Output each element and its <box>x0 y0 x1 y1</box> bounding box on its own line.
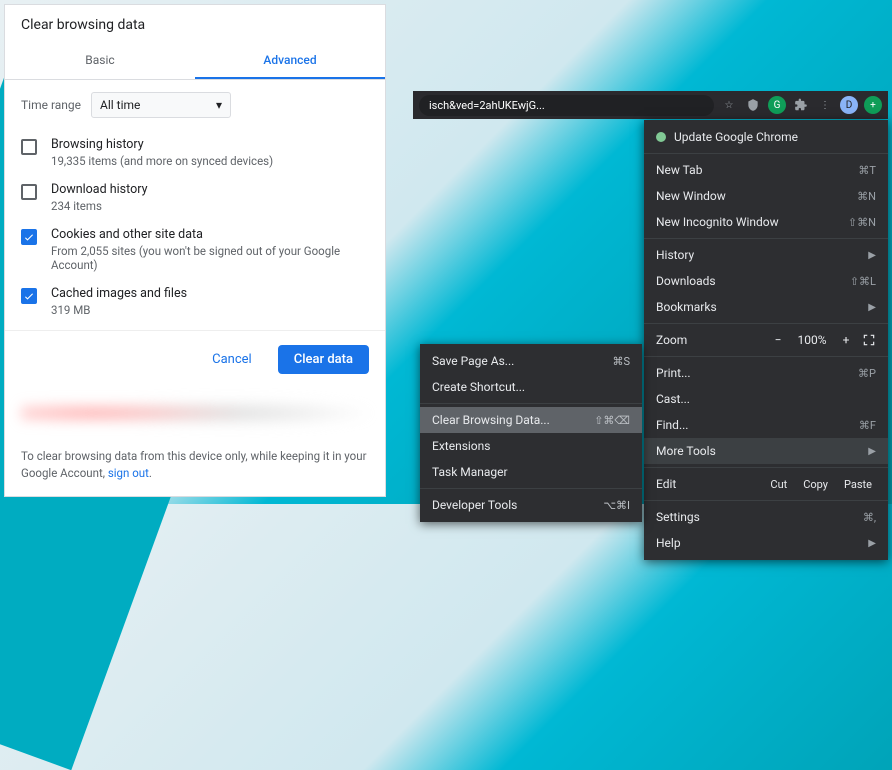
options-list: Browsing history 19,335 items (and more … <box>5 130 385 330</box>
menu-cast[interactable]: Cast... <box>644 386 888 412</box>
zoom-value: 100% <box>794 333 830 347</box>
option-cached: Cached images and files 319 MB <box>21 279 369 324</box>
option-label: Download history <box>51 182 147 197</box>
chevron-right-icon: ▶ <box>868 302 876 313</box>
submenu-clear-browsing-data[interactable]: Clear Browsing Data... ⇧⌘⌫ <box>420 407 642 433</box>
option-cookies: Cookies and other site data From 2,055 s… <box>21 220 369 279</box>
zoom-out-button[interactable]: − <box>770 333 786 347</box>
check-icon <box>23 290 35 302</box>
menu-new-window[interactable]: New Window ⌘N <box>644 183 888 209</box>
dialog-title: Clear browsing data <box>5 5 385 43</box>
menu-history[interactable]: History ▶ <box>644 242 888 268</box>
fullscreen-icon[interactable] <box>862 333 876 347</box>
option-sub: 319 MB <box>51 303 187 317</box>
zoom-in-button[interactable]: + <box>838 333 854 347</box>
menu-new-incognito[interactable]: New Incognito Window ⇧⌘N <box>644 209 888 235</box>
shield-icon[interactable] <box>744 96 762 114</box>
menu-downloads[interactable]: Downloads ⇧⌘L <box>644 268 888 294</box>
menu-new-tab[interactable]: New Tab ⌘T <box>644 157 888 183</box>
checkbox[interactable] <box>21 288 37 304</box>
submenu-create-shortcut[interactable]: Create Shortcut... <box>420 374 642 400</box>
chevron-right-icon: ▶ <box>868 538 876 549</box>
chevron-right-icon: ▶ <box>868 250 876 261</box>
clear-browsing-data-dialog: Clear browsing data Basic Advanced Time … <box>4 4 386 497</box>
extensions-icon[interactable] <box>792 96 810 114</box>
menu-more-tools[interactable]: More Tools ▶ <box>644 438 888 464</box>
menu-find[interactable]: Find... ⌘F <box>644 412 888 438</box>
time-range-select[interactable]: All time ▾ <box>91 92 231 118</box>
star-icon[interactable]: ☆ <box>720 96 738 114</box>
menu-settings[interactable]: Settings ⌘, <box>644 504 888 530</box>
time-range-label: Time range <box>21 98 81 112</box>
chevron-right-icon: ▶ <box>868 446 876 457</box>
menu-update-chrome[interactable]: Update Google Chrome <box>644 124 888 150</box>
sign-out-link[interactable]: sign out <box>108 466 149 480</box>
submenu-save-page[interactable]: Save Page As... ⌘S <box>420 348 642 374</box>
submenu-extensions[interactable]: Extensions <box>420 433 642 459</box>
blurred-account-area <box>21 394 369 431</box>
update-dot-icon <box>656 132 666 142</box>
chrome-main-menu: Update Google Chrome New Tab ⌘T New Wind… <box>644 120 888 560</box>
menu-dots-icon[interactable]: ⋮ <box>816 96 834 114</box>
option-label: Browsing history <box>51 137 273 152</box>
cancel-button[interactable]: Cancel <box>196 345 268 374</box>
edit-paste-button[interactable]: Paste <box>840 478 876 491</box>
clear-data-button[interactable]: Clear data <box>278 345 369 374</box>
checkbox[interactable] <box>21 229 37 245</box>
more-tools-submenu: Save Page As... ⌘S Create Shortcut... Cl… <box>420 344 642 522</box>
menu-zoom: Zoom − 100% + <box>644 327 888 353</box>
edit-cut-button[interactable]: Cut <box>766 478 791 491</box>
browser-toolbar: isch&ved=2ahUKEwjG... ☆ G ⋮ D + <box>413 91 888 119</box>
extension-g-icon[interactable]: G <box>768 96 786 114</box>
tab-basic[interactable]: Basic <box>5 43 195 79</box>
menu-help[interactable]: Help ▶ <box>644 530 888 556</box>
menu-bookmarks[interactable]: Bookmarks ▶ <box>644 294 888 320</box>
menu-print[interactable]: Print... ⌘P <box>644 360 888 386</box>
option-download-history: Download history 234 items <box>21 175 369 220</box>
submenu-task-manager[interactable]: Task Manager <box>420 459 642 485</box>
address-bar[interactable]: isch&ved=2ahUKEwjG... <box>419 95 714 116</box>
edit-copy-button[interactable]: Copy <box>799 478 832 491</box>
profile-avatar[interactable]: D <box>840 96 858 114</box>
checkbox[interactable] <box>21 139 37 155</box>
dialog-tabs: Basic Advanced <box>5 43 385 80</box>
check-icon <box>23 231 35 243</box>
time-range-value: All time <box>100 98 140 112</box>
menu-edit: Edit Cut Copy Paste <box>644 471 888 497</box>
option-browsing-history: Browsing history 19,335 items (and more … <box>21 130 369 175</box>
submenu-developer-tools[interactable]: Developer Tools ⌥⌘I <box>420 492 642 518</box>
option-sub: 234 items <box>51 199 147 213</box>
chevron-down-icon: ▾ <box>216 98 222 112</box>
option-label: Cookies and other site data <box>51 227 369 242</box>
dialog-footer: To clear browsing data from this device … <box>5 438 385 497</box>
plus-icon[interactable]: + <box>864 96 882 114</box>
option-sub: From 2,055 sites (you won't be signed ou… <box>51 244 369 272</box>
checkbox[interactable] <box>21 184 37 200</box>
option-label: Cached images and files <box>51 286 187 301</box>
option-sub: 19,335 items (and more on synced devices… <box>51 154 273 168</box>
tab-advanced[interactable]: Advanced <box>195 43 385 79</box>
